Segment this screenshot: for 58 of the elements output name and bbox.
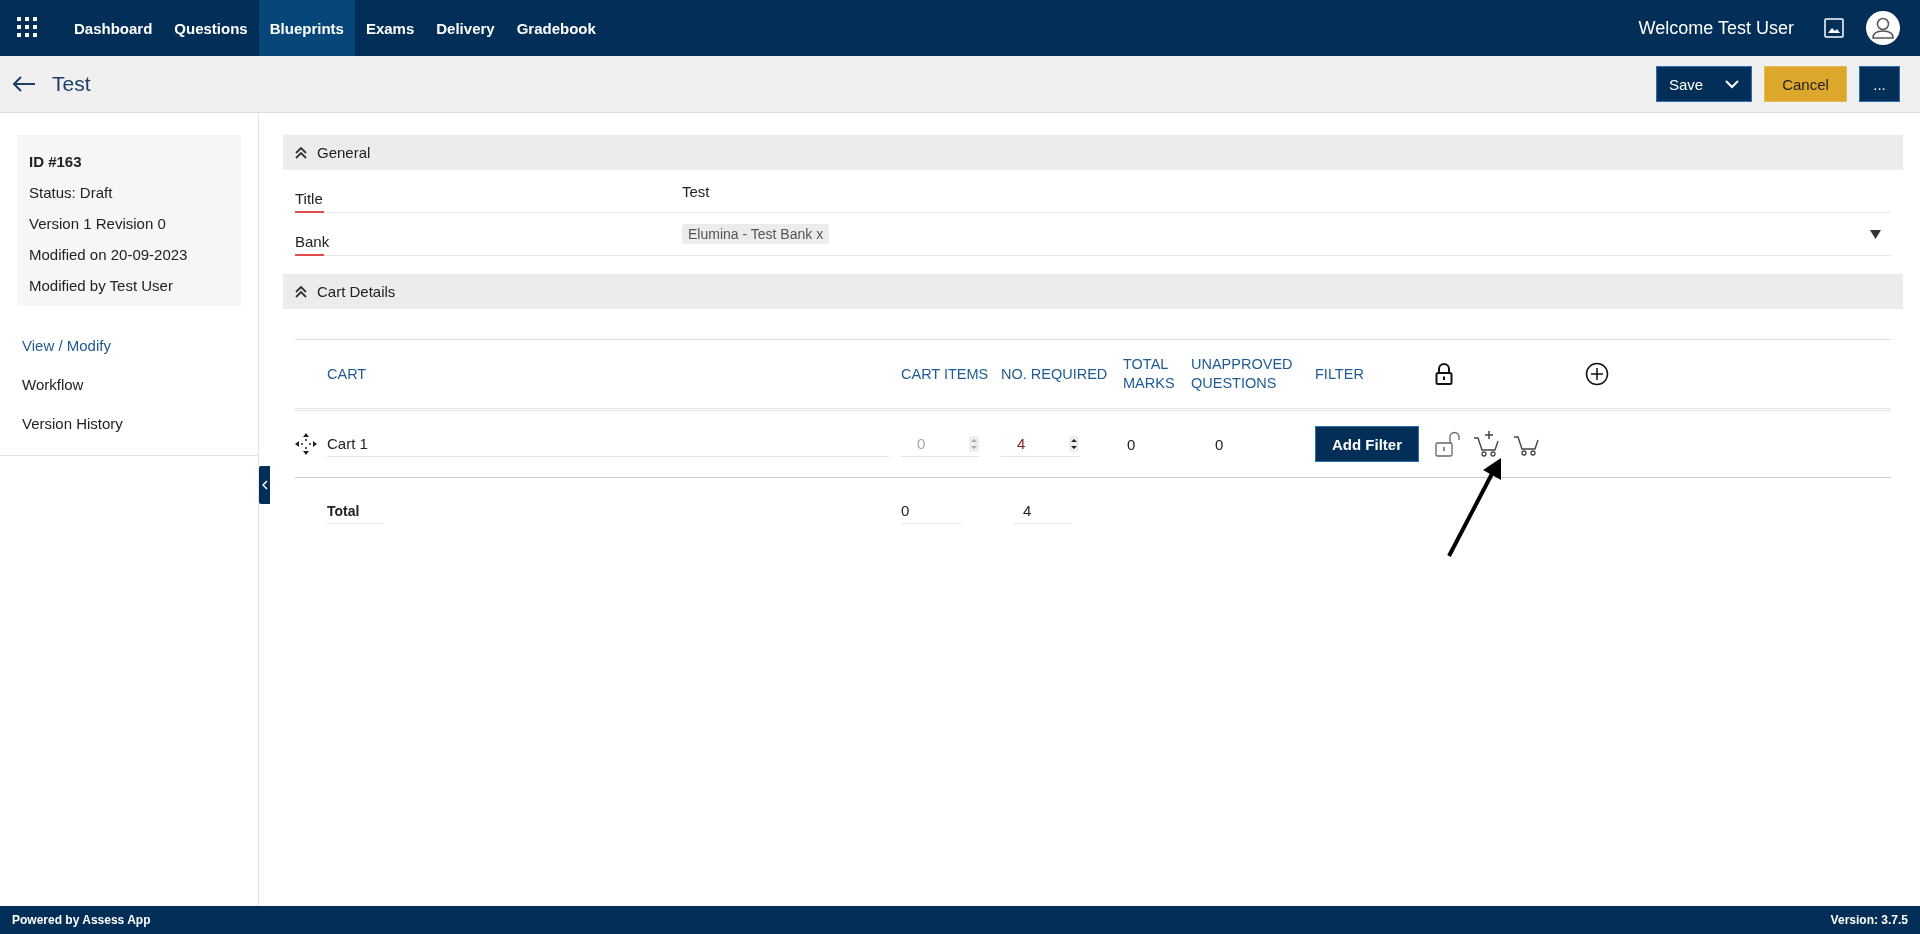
- section-title: Cart Details: [317, 283, 396, 300]
- collapse-sidebar-button[interactable]: [259, 466, 270, 504]
- total-label: Total: [327, 498, 383, 524]
- sidebar-link[interactable]: Version History: [0, 404, 258, 443]
- add-filter-button[interactable]: Add Filter: [1315, 426, 1419, 462]
- column-header: FILTER: [1315, 364, 1365, 384]
- blueprint-id: ID #163: [29, 153, 83, 170]
- info-line: Modified on 20-09-2023: [29, 246, 189, 263]
- title-field[interactable]: Test: [682, 182, 1891, 200]
- required-spinner[interactable]: 4: [1001, 431, 1079, 457]
- spinner-arrows-icon[interactable]: [1069, 435, 1079, 452]
- section-header[interactable]: General: [283, 135, 1903, 170]
- user-avatar-icon[interactable]: [1866, 11, 1900, 45]
- total-required: 4: [1013, 498, 1071, 524]
- section-header[interactable]: Cart Details: [283, 274, 1903, 309]
- nav-tab[interactable]: Dashboard: [63, 0, 164, 56]
- sidebar-link[interactable]: Workflow: [0, 365, 258, 404]
- bank-select[interactable]: Elumina - Test Bank x: [682, 224, 1891, 244]
- collapse-up-icon: [295, 285, 307, 298]
- section-title: General: [317, 144, 371, 161]
- version-text: Version: 3.7.5: [1830, 913, 1908, 927]
- cart-add-icon[interactable]: [1473, 430, 1501, 458]
- column-header: TOTAL MARKS: [1123, 355, 1176, 393]
- app-grid-icon[interactable]: [17, 17, 39, 39]
- lock-icon[interactable]: [1435, 363, 1453, 385]
- sidebar-link[interactable]: View / Modify: [0, 326, 258, 365]
- column-header: CART: [327, 364, 368, 384]
- nav-tab[interactable]: Exams: [354, 0, 426, 56]
- table-cell-text: 0: [1214, 435, 1225, 453]
- info-line: Modified by Test User: [29, 277, 174, 294]
- add-circle-icon[interactable]: [1585, 362, 1609, 386]
- column-header: UNAPPROVED QUESTIONS: [1191, 355, 1294, 393]
- table-cell-text: 0: [1126, 435, 1137, 453]
- info-line: Version 1 Revision 0: [29, 215, 167, 232]
- dropdown-caret-icon: [1870, 229, 1881, 239]
- cancel-button[interactable]: Cancel: [1764, 66, 1847, 102]
- total-cart-items: 0: [901, 498, 961, 524]
- page-title: Test: [52, 72, 91, 96]
- welcome-text: Welcome Test User: [1638, 17, 1794, 39]
- save-button[interactable]: Save: [1656, 66, 1752, 102]
- column-header: CART ITEMS: [901, 364, 990, 384]
- collapse-up-icon: [295, 146, 307, 159]
- nav-tab[interactable]: Questions: [163, 0, 259, 56]
- info-line: Status: Draft: [29, 184, 114, 201]
- chevron-left-icon: [261, 480, 268, 490]
- image-icon[interactable]: [1824, 18, 1844, 38]
- chevron-down-icon: [1725, 79, 1739, 89]
- nav-tab[interactable]: Delivery: [425, 0, 506, 56]
- drag-move-icon[interactable]: [295, 433, 317, 455]
- footer-text: Powered by Assess App: [12, 913, 151, 927]
- more-button[interactable]: ...: [1859, 66, 1900, 102]
- column-header: NO. REQUIRED: [1001, 364, 1109, 384]
- cart-name-field[interactable]: Cart 1: [327, 431, 889, 457]
- nav-tab[interactable]: Gradebook: [505, 0, 607, 56]
- back-arrow-icon[interactable]: [12, 75, 36, 93]
- bank-chip[interactable]: Elumina - Test Bank x: [682, 224, 830, 244]
- nav-tab[interactable]: Blueprints: [258, 0, 355, 56]
- unlock-icon[interactable]: [1435, 431, 1461, 457]
